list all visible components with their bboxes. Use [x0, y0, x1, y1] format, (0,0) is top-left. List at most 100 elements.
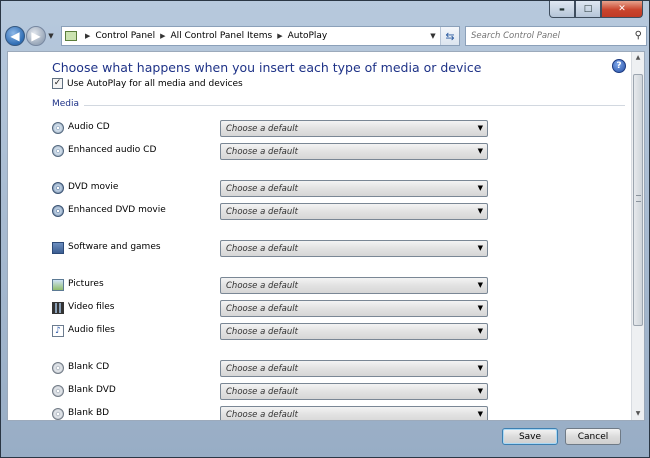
media-label: Blank BD — [68, 408, 110, 418]
select-value: Choose a default — [226, 303, 298, 314]
vertical-scrollbar[interactable]: ▲ ▼ — [631, 52, 644, 420]
breadcrumb-autoplay[interactable]: AutoPlay — [288, 31, 328, 41]
media-row-pictures: Pictures Choose a default ▼ — [52, 277, 492, 294]
enhanced-dvd-icon — [52, 205, 64, 217]
select-value: Choose a default — [226, 363, 298, 374]
select-value: Choose a default — [226, 183, 298, 194]
forward-button[interactable]: ▶ — [26, 26, 46, 46]
page-title: Choose what happens when you insert each… — [52, 60, 482, 75]
audio-cd-select[interactable]: Choose a default ▼ — [220, 120, 488, 137]
chevron-right-icon[interactable]: ▶ — [277, 32, 282, 40]
media-label: Blank DVD — [68, 385, 116, 395]
refresh-button[interactable]: ⇆ — [440, 27, 459, 45]
section-divider — [84, 105, 625, 106]
scroll-up-arrow-icon[interactable]: ▲ — [632, 52, 644, 64]
media-row-dvd-movie: DVD movie Choose a default ▼ — [52, 180, 492, 197]
help-icon[interactable]: ? — [612, 59, 626, 73]
media-label: Software and games — [68, 242, 161, 252]
pictures-icon — [52, 279, 64, 291]
search-box[interactable]: ⚲ — [465, 26, 647, 46]
pictures-select[interactable]: Choose a default ▼ — [220, 277, 488, 294]
address-dropdown-button[interactable]: ▼ — [427, 27, 439, 45]
maximize-button[interactable]: □ — [575, 1, 601, 18]
control-panel-icon — [65, 31, 77, 41]
button-bar: Save Cancel — [7, 422, 645, 452]
close-icon: ✕ — [618, 4, 626, 14]
blank-dvd-icon — [52, 385, 64, 397]
dropdown-arrow-icon: ▼ — [477, 364, 483, 372]
blank-cd-icon — [52, 362, 64, 374]
search-icon[interactable]: ⚲ — [635, 30, 642, 41]
media-label: Enhanced audio CD — [68, 145, 157, 155]
select-value: Choose a default — [226, 243, 298, 254]
audio-files-icon: ♪ — [52, 325, 64, 337]
media-label: Audio files — [68, 325, 115, 335]
dropdown-arrow-icon: ▼ — [477, 281, 483, 289]
recent-pages-button[interactable]: ▼ — [47, 32, 55, 40]
dropdown-arrow-icon: ▼ — [477, 327, 483, 335]
breadcrumb-all-items[interactable]: All Control Panel Items — [170, 31, 272, 41]
dropdown-arrow-icon: ▼ — [477, 184, 483, 192]
save-button[interactable]: Save — [502, 428, 558, 445]
media-label: Pictures — [68, 279, 104, 289]
enhanced-dvd-select[interactable]: Choose a default ▼ — [220, 203, 488, 220]
address-bar[interactable]: ▶ Control Panel ▶ All Control Panel Item… — [61, 26, 460, 46]
dropdown-arrow-icon: ▼ — [477, 387, 483, 395]
scroll-down-arrow-icon[interactable]: ▼ — [632, 408, 644, 420]
enhanced-audio-cd-icon — [52, 145, 64, 157]
video-files-select[interactable]: Choose a default ▼ — [220, 300, 488, 317]
media-row-software: Software and games Choose a default ▼ — [52, 240, 492, 257]
chevron-down-icon: ▼ — [48, 32, 54, 40]
navigation-bar: ◀ ▶ ▼ ▶ Control Panel ▶ All Control Pane… — [5, 23, 647, 49]
software-select[interactable]: Choose a default ▼ — [220, 240, 488, 257]
select-value: Choose a default — [226, 386, 298, 397]
chevron-down-icon: ▼ — [430, 32, 436, 40]
autoplay-checkbox-row[interactable]: ✓ Use AutoPlay for all media and devices — [52, 78, 243, 89]
blank-cd-select[interactable]: Choose a default ▼ — [220, 360, 488, 377]
minimize-icon: ▬ — [559, 5, 565, 13]
scrollbar-thumb[interactable] — [633, 74, 643, 326]
forward-arrow-icon: ▶ — [31, 29, 41, 43]
grip-icon — [636, 195, 641, 202]
select-value: Choose a default — [226, 146, 298, 157]
audio-files-select[interactable]: Choose a default ▼ — [220, 323, 488, 340]
dvd-movie-select[interactable]: Choose a default ▼ — [220, 180, 488, 197]
cancel-button[interactable]: Cancel — [565, 428, 621, 445]
minimize-button[interactable]: ▬ — [549, 1, 575, 18]
back-arrow-icon: ◀ — [10, 29, 20, 43]
select-value: Choose a default — [226, 280, 298, 291]
dropdown-arrow-icon: ▼ — [477, 207, 483, 215]
window: ▬ □ ✕ ◀ ▶ ▼ ▶ Control Panel ▶ All Contro… — [0, 0, 650, 458]
close-button[interactable]: ✕ — [601, 1, 643, 18]
autoplay-checkbox-label[interactable]: Use AutoPlay for all media and devices — [67, 79, 243, 89]
back-button[interactable]: ◀ — [5, 26, 25, 46]
media-row-audio-cd: Audio CD Choose a default ▼ — [52, 120, 492, 137]
blank-bd-select[interactable]: Choose a default ▼ — [220, 406, 488, 420]
media-row-audio-files: ♪ Audio files Choose a default ▼ — [52, 323, 492, 340]
chevron-right-icon[interactable]: ▶ — [85, 32, 90, 40]
media-row-enhanced-audio-cd: Enhanced audio CD Choose a default ▼ — [52, 143, 492, 160]
media-row-blank-bd: Blank BD Choose a default ▼ — [52, 406, 492, 420]
content-pane: ? Choose what happens when you insert ea… — [7, 51, 645, 421]
audio-cd-icon — [52, 122, 64, 134]
media-row-blank-dvd: Blank DVD Choose a default ▼ — [52, 383, 492, 400]
maximize-icon: □ — [583, 4, 593, 14]
enhanced-audio-cd-select[interactable]: Choose a default ▼ — [220, 143, 488, 160]
dropdown-arrow-icon: ▼ — [477, 124, 483, 132]
breadcrumb-control-panel[interactable]: Control Panel — [95, 31, 155, 41]
autoplay-checkbox[interactable]: ✓ — [52, 78, 63, 89]
select-value: Choose a default — [226, 326, 298, 337]
refresh-icon: ⇆ — [445, 29, 455, 43]
search-input[interactable] — [471, 31, 631, 41]
media-label: Video files — [68, 302, 115, 312]
software-icon — [52, 242, 64, 254]
media-row-enhanced-dvd: Enhanced DVD movie Choose a default ▼ — [52, 203, 492, 220]
section-label: Media — [52, 99, 80, 109]
blank-dvd-select[interactable]: Choose a default ▼ — [220, 383, 488, 400]
media-label: DVD movie — [68, 182, 119, 192]
dropdown-arrow-icon: ▼ — [477, 410, 483, 418]
chevron-right-icon[interactable]: ▶ — [160, 32, 165, 40]
select-value: Choose a default — [226, 206, 298, 217]
dropdown-arrow-icon: ▼ — [477, 244, 483, 252]
media-label: Blank CD — [68, 362, 110, 372]
